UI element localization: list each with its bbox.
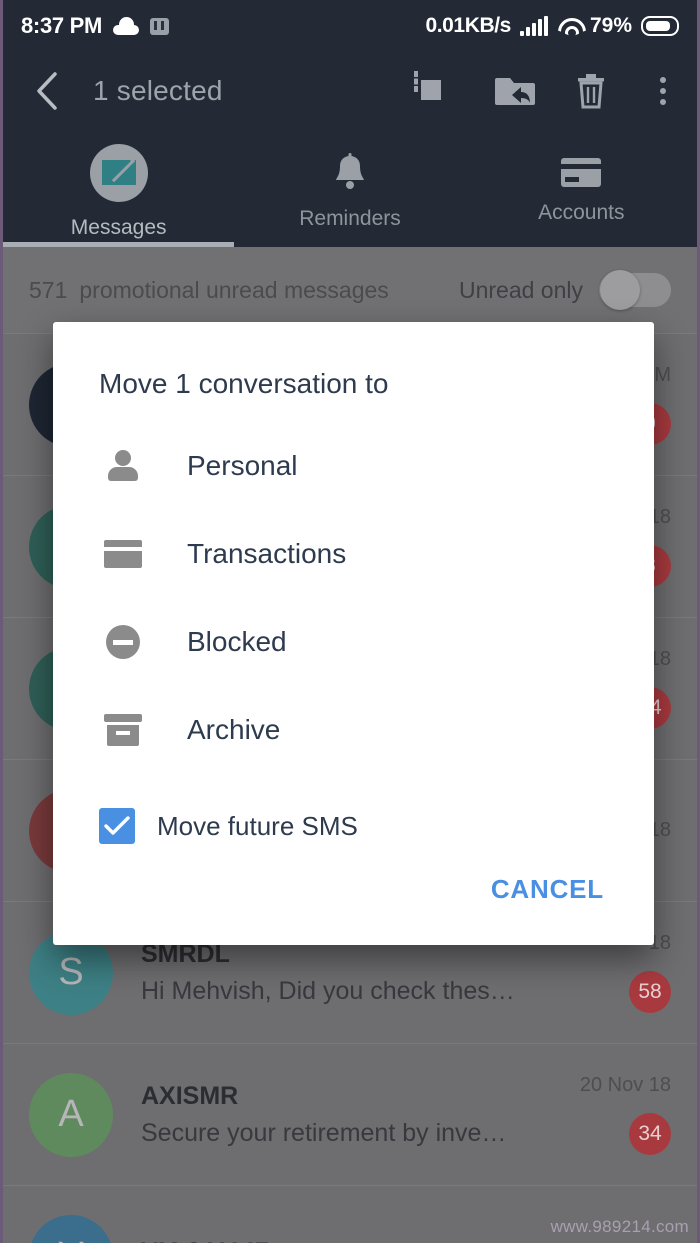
dialog-option-transactions[interactable]: Transactions: [53, 510, 654, 598]
move-future-sms-label: Move future SMS: [157, 810, 358, 841]
watermark: www.989214.com: [550, 1217, 689, 1236]
dialog-option-label: Archive: [187, 714, 281, 745]
move-future-sms-row[interactable]: Move future SMS: [53, 778, 654, 844]
dialog-option-archive[interactable]: Archive: [53, 686, 654, 774]
dialog-options-list: Personal Transactions Blocked Archive: [53, 416, 654, 778]
dialog-option-blocked[interactable]: Blocked: [53, 598, 654, 686]
cancel-button[interactable]: CANCEL: [487, 868, 608, 911]
move-conversation-dialog: Move 1 conversation to Personal Transact…: [53, 322, 654, 945]
dialog-option-personal[interactable]: Personal: [53, 422, 654, 510]
person-icon: [99, 449, 147, 483]
dialog-option-label: Personal: [187, 450, 298, 481]
phone-screen: 8:37 PM 0.01KB/s 79% 1 selected Messages…: [0, 0, 700, 1243]
credit-card-icon: [99, 540, 147, 568]
block-icon: [99, 625, 147, 659]
dialog-title: Move 1 conversation to: [99, 368, 389, 399]
dialog-option-label: Transactions: [187, 538, 347, 569]
dialog-option-label: Blocked: [187, 626, 287, 657]
dialog-actions: CANCEL: [53, 844, 654, 945]
archive-box-icon: [99, 714, 147, 746]
move-future-sms-checkbox[interactable]: [99, 808, 135, 844]
